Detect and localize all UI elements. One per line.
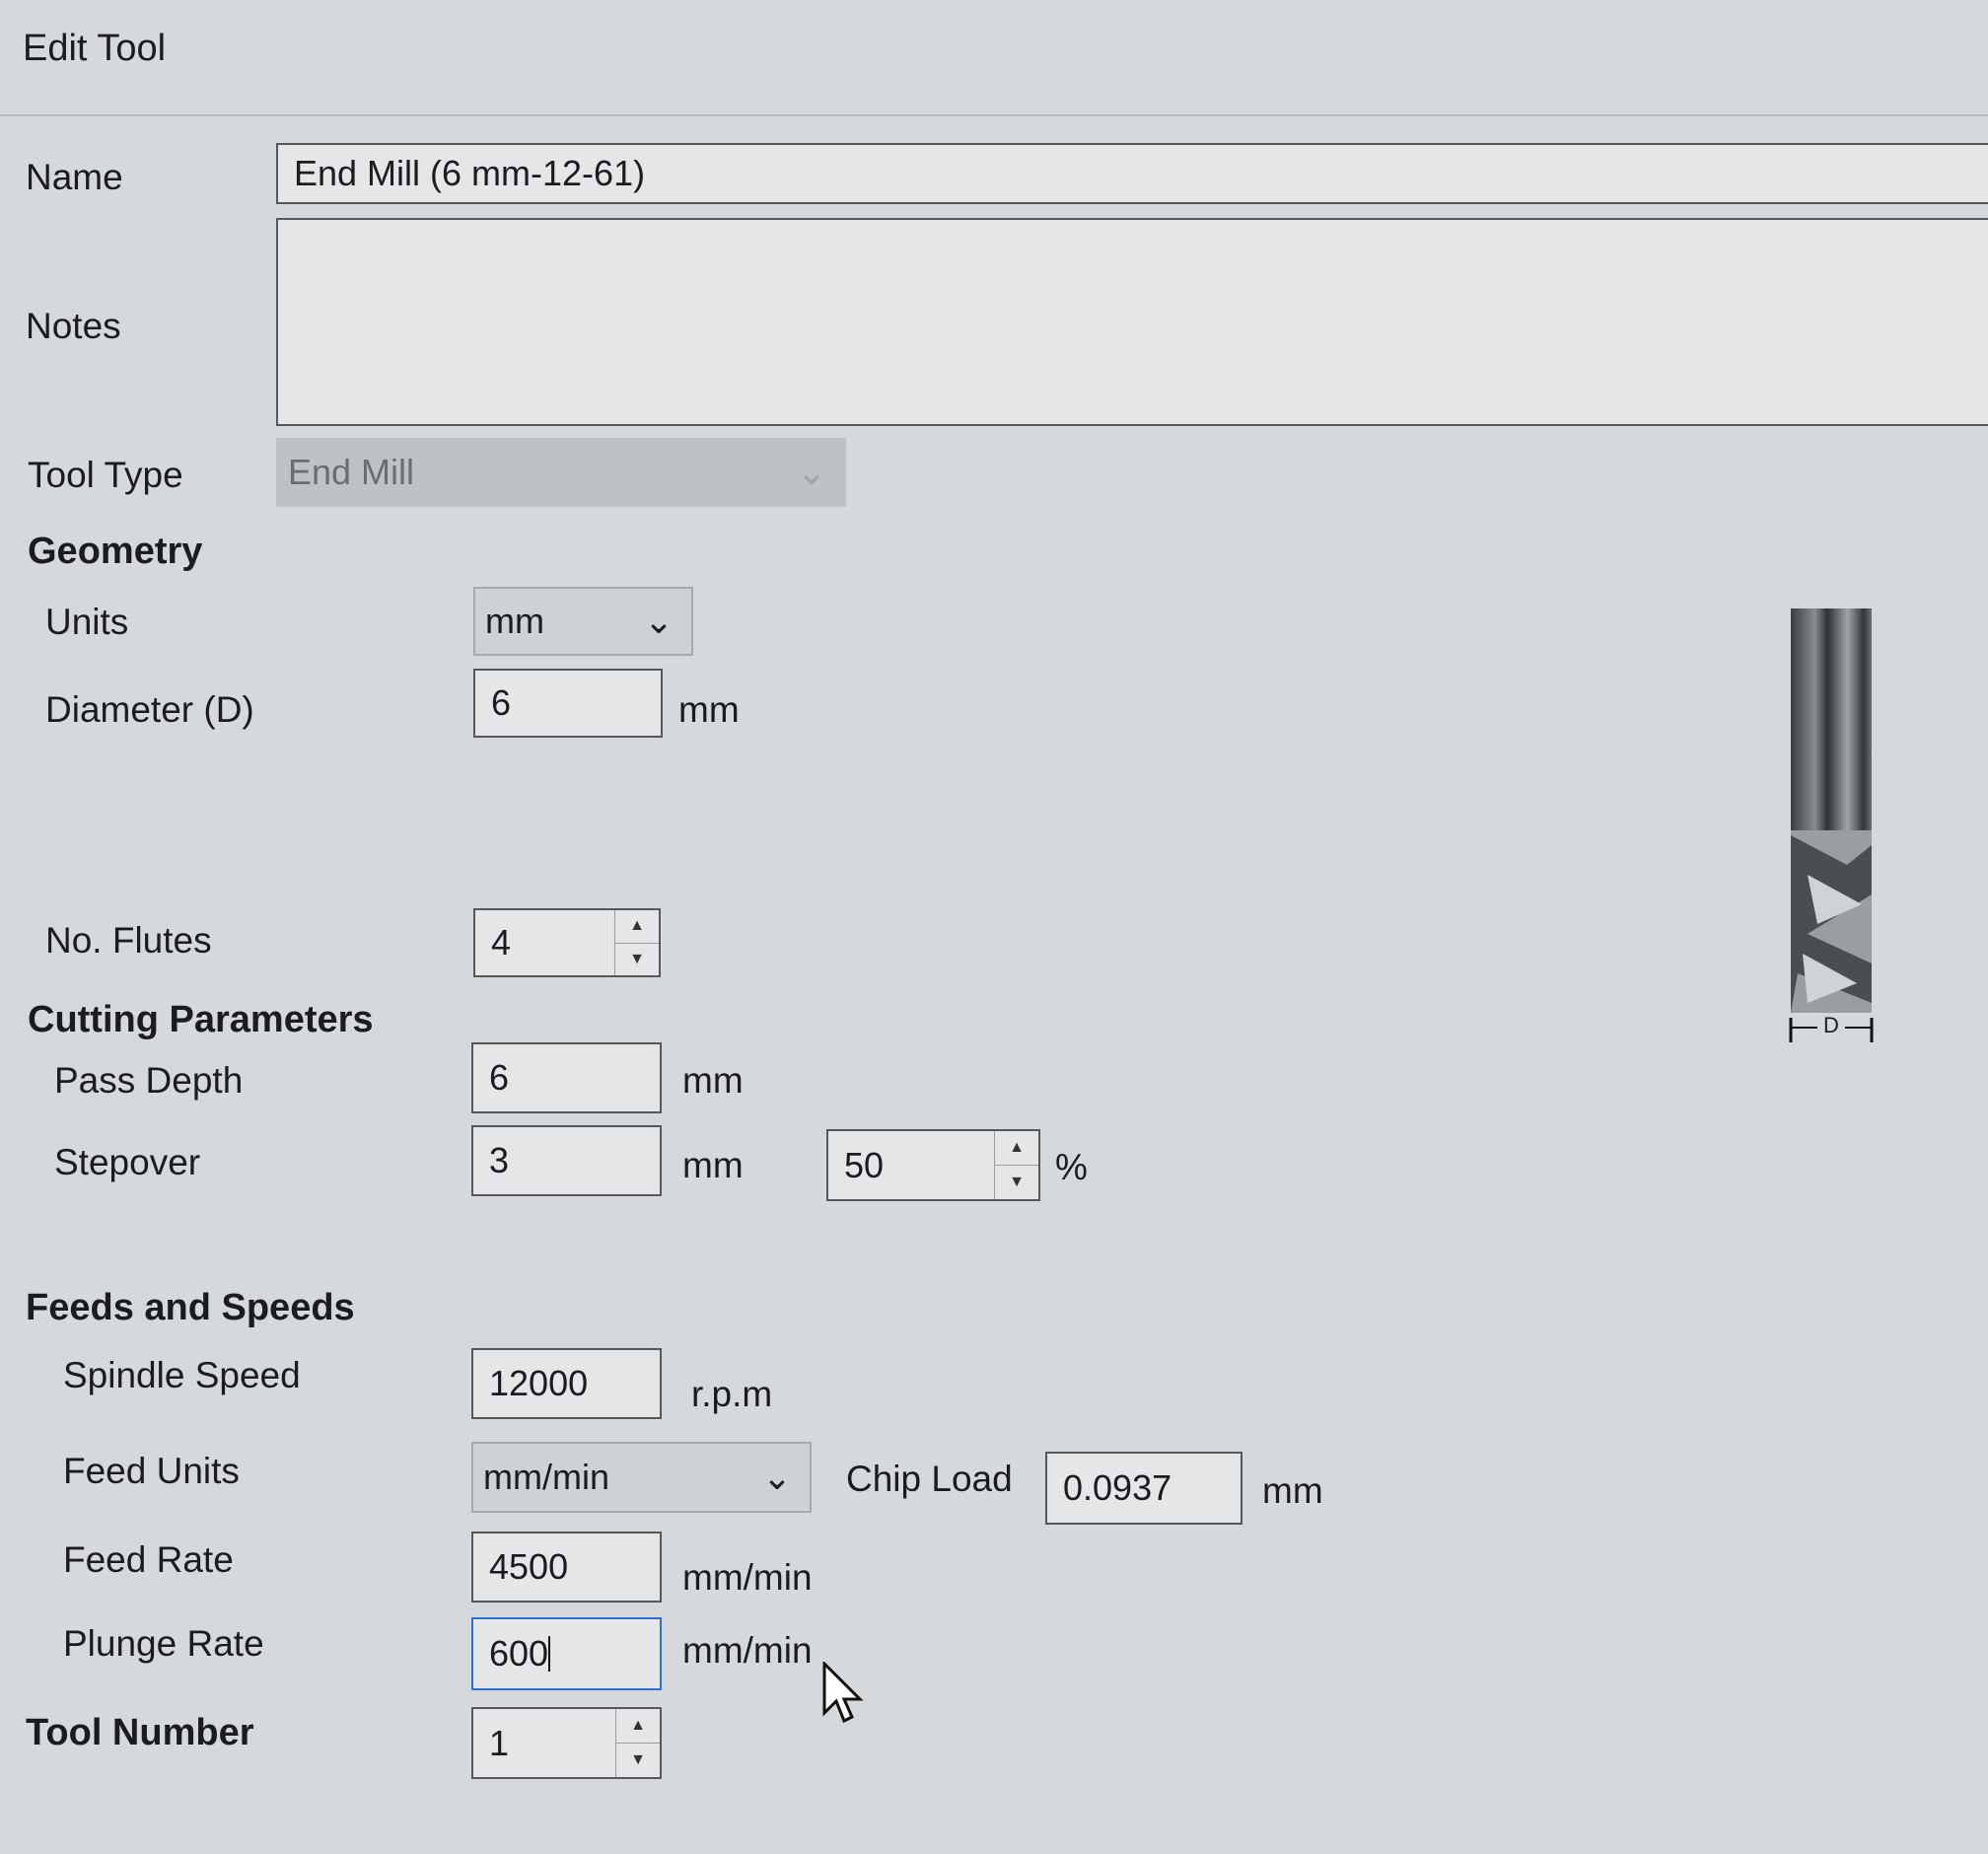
feed-units-label: Feed Units xyxy=(63,1451,240,1491)
units-label: Units xyxy=(45,602,129,642)
dialog-title: Edit Tool xyxy=(23,28,167,69)
geometry-heading: Geometry xyxy=(28,531,203,572)
flutes-label: No. Flutes xyxy=(45,920,212,961)
plunge-rate-value: 600 xyxy=(489,1633,549,1674)
stepover-percent-unit: % xyxy=(1055,1147,1088,1187)
notes-textarea[interactable] xyxy=(276,218,1988,426)
diameter-label: Diameter (D) xyxy=(45,689,254,730)
spin-up-icon[interactable]: ▲ xyxy=(615,910,659,943)
cutting-parameters-heading: Cutting Parameters xyxy=(28,999,374,1040)
tool-type-select: End Mill ⌄ xyxy=(276,438,846,507)
feed-rate-unit: mm/min xyxy=(682,1557,813,1598)
notes-label: Notes xyxy=(26,306,121,346)
pass-depth-unit: mm xyxy=(682,1060,744,1101)
diameter-input[interactable]: 6 xyxy=(473,669,663,738)
stepover-unit: mm xyxy=(682,1145,744,1185)
spindle-speed-input[interactable]: 12000 xyxy=(471,1348,662,1419)
mouse-cursor-icon xyxy=(822,1660,866,1732)
spin-down-icon[interactable]: ▼ xyxy=(616,1743,660,1777)
feed-units-select[interactable]: mm/min ⌄ xyxy=(471,1442,812,1513)
tool-type-label: Tool Type xyxy=(28,455,183,495)
spindle-speed-label: Spindle Speed xyxy=(63,1355,301,1395)
stepover-input[interactable]: 3 xyxy=(471,1125,662,1196)
chevron-down-icon: ⌄ xyxy=(643,601,674,641)
feeds-speeds-heading: Feeds and Speeds xyxy=(26,1287,355,1328)
chevron-down-icon: ⌄ xyxy=(761,1457,792,1497)
feed-rate-input[interactable]: 4500 xyxy=(471,1532,662,1603)
flutes-spinner[interactable]: 4 ▲ ▼ xyxy=(473,908,661,977)
stepover-percent-value: 50 xyxy=(844,1144,885,1185)
text-caret xyxy=(548,1636,551,1672)
stepover-percent-spinner[interactable]: 50 ▲ ▼ xyxy=(826,1129,1040,1201)
spindle-speed-unit: r.p.m xyxy=(691,1374,773,1414)
spin-up-icon[interactable]: ▲ xyxy=(616,1709,660,1743)
spin-down-icon[interactable]: ▼ xyxy=(995,1165,1038,1199)
pass-depth-label: Pass Depth xyxy=(54,1060,244,1101)
chip-load-label: Chip Load xyxy=(846,1459,1013,1499)
chevron-down-icon: ⌄ xyxy=(796,452,826,492)
spin-down-icon[interactable]: ▼ xyxy=(615,942,659,976)
plunge-rate-input[interactable]: 600 xyxy=(471,1617,662,1690)
chip-load-unit: mm xyxy=(1262,1470,1323,1511)
chip-load-input[interactable]: 0.0937 xyxy=(1045,1452,1242,1525)
name-input[interactable]: End Mill (6 mm-12-61) xyxy=(276,143,1988,204)
diameter-unit: mm xyxy=(678,689,740,730)
name-label: Name xyxy=(26,157,123,197)
diameter-marker-label: D xyxy=(1823,1013,1839,1037)
tool-type-value: End Mill xyxy=(288,452,415,492)
title-divider xyxy=(0,114,1988,116)
units-value: mm xyxy=(485,601,544,641)
pass-depth-input[interactable]: 6 xyxy=(471,1042,662,1113)
plunge-rate-unit: mm/min xyxy=(682,1630,813,1671)
feed-rate-label: Feed Rate xyxy=(63,1539,234,1580)
tool-number-label: Tool Number xyxy=(26,1712,254,1753)
units-select[interactable]: mm ⌄ xyxy=(473,587,693,656)
feed-units-value: mm/min xyxy=(483,1457,609,1497)
spin-up-icon[interactable]: ▲ xyxy=(995,1131,1038,1165)
stepover-label: Stepover xyxy=(54,1142,201,1182)
tool-number-spinner[interactable]: 1 ▲ ▼ xyxy=(471,1707,662,1779)
tool-number-value: 1 xyxy=(489,1722,510,1763)
plunge-rate-label: Plunge Rate xyxy=(63,1623,264,1664)
end-mill-diagram: D xyxy=(1788,608,1877,1052)
flutes-value: 4 xyxy=(491,922,512,963)
